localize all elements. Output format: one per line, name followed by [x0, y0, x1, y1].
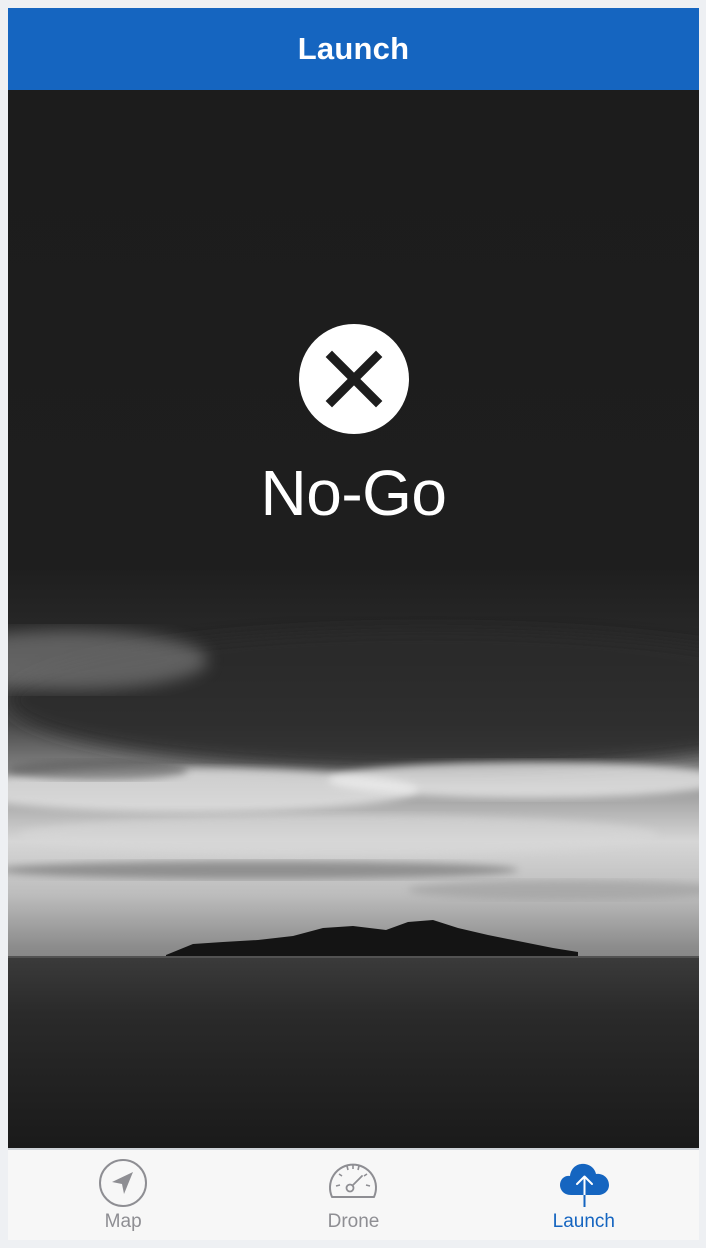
tab-map[interactable]: Map [8, 1150, 238, 1240]
navigation-bar: Launch [8, 8, 699, 91]
status-icon-circle [298, 324, 409, 434]
page-title: Launch [297, 31, 410, 66]
tab-label: Launch [552, 1211, 615, 1232]
status-label: No-Go [260, 457, 448, 529]
app-screen: Launch No-Go Map Drone Launch [8, 8, 699, 1240]
tab-label: Drone [327, 1211, 380, 1232]
tab-launch[interactable]: Launch [469, 1150, 699, 1240]
launch-status: No-Go [8, 324, 699, 530]
stormy-sea-photo [8, 90, 699, 1148]
location-arrow-icon [99, 1159, 148, 1207]
background-image [8, 90, 699, 1148]
tab-drone[interactable]: Drone [238, 1150, 468, 1240]
tab-label: Map [104, 1211, 142, 1232]
tab-bar: Map Drone Launch [8, 1148, 699, 1240]
speedometer-icon [329, 1163, 378, 1198]
cloud-upload-icon [559, 1163, 609, 1207]
close-icon [325, 350, 382, 408]
